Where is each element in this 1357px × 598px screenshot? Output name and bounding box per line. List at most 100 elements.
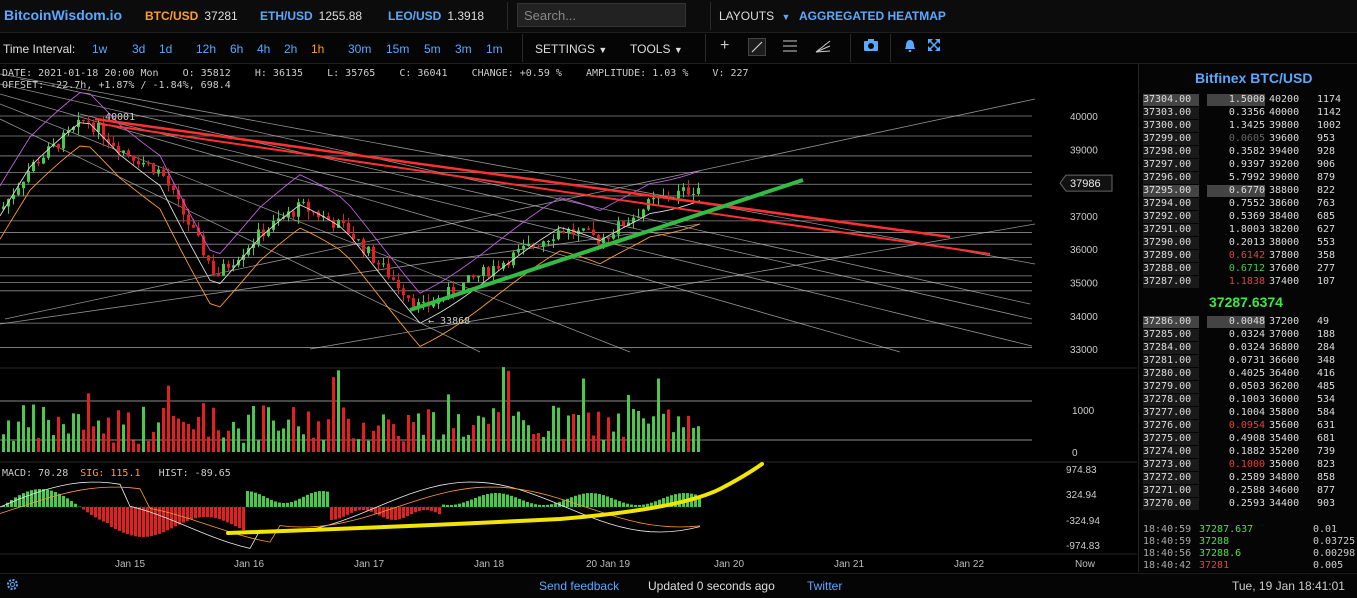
ask-depth-price: 39800 bbox=[1269, 120, 1309, 132]
macd-hist-negative bbox=[406, 507, 409, 516]
interval-4h[interactable]: 4h bbox=[257, 42, 270, 56]
search-input[interactable] bbox=[517, 3, 686, 27]
bid-depth-price: 35600 bbox=[1269, 420, 1309, 432]
ask-row[interactable]: 37287.001.183837400107 bbox=[1143, 276, 1357, 288]
interval-30m[interactable]: 30m bbox=[348, 42, 371, 56]
bid-row[interactable]: 37280.000.402536400416 bbox=[1143, 368, 1357, 380]
bid-row[interactable]: 37275.000.490835400681 bbox=[1143, 433, 1357, 445]
bid-row[interactable]: 37284.000.032436800284 bbox=[1143, 342, 1357, 354]
settings-gear-icon[interactable] bbox=[6, 578, 19, 594]
ticker-leo[interactable]: LEO/USD1.3918 bbox=[388, 9, 484, 23]
volume-bar-down bbox=[87, 393, 90, 452]
bid-row[interactable]: 37281.000.073136600348 bbox=[1143, 355, 1357, 367]
volume-bar-down bbox=[392, 424, 395, 452]
ask-row[interactable]: 37295.000.677038800822 bbox=[1143, 185, 1357, 197]
bid-row[interactable]: 37276.000.095435600631 bbox=[1143, 420, 1357, 432]
ask-row[interactable]: 37294.000.755238600763 bbox=[1143, 198, 1357, 210]
macd-hist-positive bbox=[30, 490, 33, 507]
volume-bar-up bbox=[632, 409, 635, 452]
ask-row[interactable]: 37299.000.060539600953 bbox=[1143, 133, 1357, 145]
volume-bar-up bbox=[612, 432, 615, 452]
bid-row[interactable]: 37272.000.258934800858 bbox=[1143, 472, 1357, 484]
twitter-link[interactable]: Twitter bbox=[807, 579, 842, 593]
interval-1w[interactable]: 1w bbox=[92, 42, 107, 56]
interval-12h[interactable]: 12h bbox=[196, 42, 216, 56]
macd-hist-positive bbox=[74, 504, 77, 507]
bell-icon[interactable] bbox=[904, 39, 916, 55]
macd-hist-negative bbox=[194, 507, 197, 518]
bid-row[interactable]: 37278.000.100336000534 bbox=[1143, 394, 1357, 406]
bid-price: 37280.00 bbox=[1143, 368, 1199, 380]
aggregated-heatmap-link[interactable]: AGGREGATED HEATMAP bbox=[799, 9, 946, 23]
send-feedback-link[interactable]: Send feedback bbox=[539, 579, 619, 593]
volume-bar-up bbox=[437, 440, 440, 452]
interval-5m[interactable]: 5m bbox=[424, 42, 441, 56]
settings-menu[interactable]: SETTINGS ▼ bbox=[535, 42, 607, 56]
ask-amount: 1.1838 bbox=[1207, 276, 1265, 288]
interval-1h[interactable]: 1h bbox=[311, 42, 324, 56]
line-draw-icon[interactable] bbox=[748, 38, 766, 59]
bid-row[interactable]: 37285.000.032437000188 bbox=[1143, 329, 1357, 341]
camera-icon[interactable] bbox=[864, 39, 878, 54]
ask-row[interactable]: 37290.000.201338000553 bbox=[1143, 237, 1357, 249]
ask-row[interactable]: 37303.000.3356400001142 bbox=[1143, 107, 1357, 119]
fan-icon[interactable] bbox=[815, 39, 831, 56]
ticker-btc[interactable]: BTC/USD37281 bbox=[145, 9, 238, 23]
ask-row[interactable]: 37304.001.5000402001174 bbox=[1143, 94, 1357, 106]
bull-candle bbox=[477, 276, 480, 277]
bear-candle bbox=[82, 120, 85, 121]
time-axis-label: Jan 19 bbox=[600, 559, 630, 570]
interval-1m[interactable]: 1m bbox=[486, 42, 503, 56]
bear-candle bbox=[332, 220, 335, 228]
layouts-menu[interactable]: LAYOUTS ▼ bbox=[719, 9, 790, 23]
bull-candle bbox=[382, 263, 385, 264]
bell-icon-svg bbox=[904, 39, 916, 52]
ticker-eth[interactable]: ETH/USD1255.88 bbox=[260, 9, 362, 23]
bid-row[interactable]: 37279.000.050336200485 bbox=[1143, 381, 1357, 393]
interval-15m[interactable]: 15m bbox=[386, 42, 409, 56]
horizontal-lines-icon[interactable] bbox=[782, 39, 798, 56]
trade-price: 37287.637 bbox=[1199, 524, 1253, 535]
macd-hist-negative bbox=[170, 507, 173, 528]
volume-bar-down bbox=[37, 438, 40, 452]
bear-candle bbox=[292, 211, 295, 216]
ask-row[interactable]: 37300.001.3425398001002 bbox=[1143, 120, 1357, 132]
interval-1d[interactable]: 1d bbox=[159, 42, 172, 56]
macd-hist-positive bbox=[494, 493, 497, 507]
macd-hist-negative bbox=[398, 507, 401, 519]
fullscreen-icon[interactable] bbox=[928, 39, 940, 54]
ask-row[interactable]: 37296.005.799239000879 bbox=[1143, 172, 1357, 184]
volume-bar-up bbox=[527, 425, 530, 452]
bid-row[interactable]: 37273.000.100035000823 bbox=[1143, 459, 1357, 471]
ask-row[interactable]: 37292.000.536938400685 bbox=[1143, 211, 1357, 223]
interval-3d[interactable]: 3d bbox=[132, 42, 145, 56]
macd-hist-positive bbox=[630, 504, 633, 507]
bid-row[interactable]: 37286.000.00483720049 bbox=[1143, 316, 1357, 328]
bid-row[interactable]: 37277.000.100435800584 bbox=[1143, 407, 1357, 419]
bid-row[interactable]: 37274.000.188235200739 bbox=[1143, 446, 1357, 458]
macd-hist-positive bbox=[526, 502, 529, 507]
volume-bar-up bbox=[242, 443, 245, 452]
ask-row[interactable]: 37289.000.614237800358 bbox=[1143, 250, 1357, 262]
chart-area[interactable]: 40001← 33868 400003900038000370003600035… bbox=[0, 64, 1137, 572]
bid-row[interactable]: 37271.000.258834600877 bbox=[1143, 485, 1357, 497]
ask-row[interactable]: 37297.000.939739200906 bbox=[1143, 159, 1357, 171]
price-chart[interactable]: 40001← 33868 400003900038000370003600035… bbox=[0, 64, 1137, 572]
ask-row[interactable]: 37291.001.800338200627 bbox=[1143, 224, 1357, 236]
bid-row[interactable]: 37270.000.259334400903 bbox=[1143, 498, 1357, 510]
ask-row[interactable]: 37288.000.671237600277 bbox=[1143, 263, 1357, 275]
logo[interactable]: BitcoinWisdom.io bbox=[4, 7, 122, 23]
ask-row[interactable]: 37298.000.358239400928 bbox=[1143, 146, 1357, 158]
tools-menu[interactable]: TOOLS ▼ bbox=[630, 42, 683, 56]
interval-2h[interactable]: 2h bbox=[284, 42, 297, 56]
orderbook-title: Bitfinex BTC/USD bbox=[1195, 70, 1312, 86]
bear-candle bbox=[537, 246, 540, 247]
macd-hist-positive bbox=[586, 493, 589, 507]
interval-6h[interactable]: 6h bbox=[230, 42, 243, 56]
ask-amount: 0.6712 bbox=[1207, 263, 1265, 275]
macd-hist-positive bbox=[618, 501, 621, 507]
plus-icon[interactable]: + bbox=[720, 37, 729, 55]
interval-3m[interactable]: 3m bbox=[455, 42, 472, 56]
macd-hist-negative bbox=[106, 507, 109, 523]
volume-bar-up bbox=[657, 379, 660, 452]
